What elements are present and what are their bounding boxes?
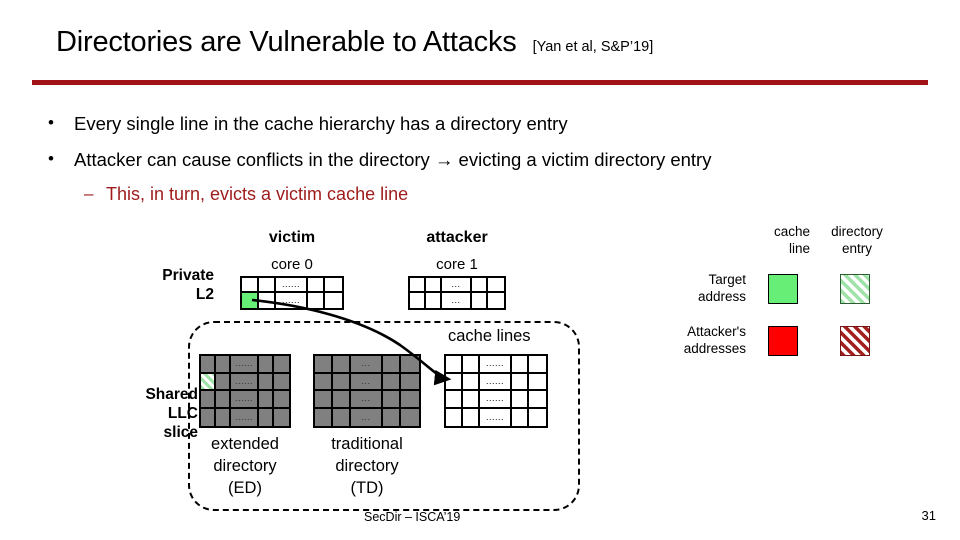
legend: cache line directory entry Target address A… xyxy=(676,224,944,364)
legend-column-header-cache-line: cache line xyxy=(773,224,810,256)
legend-swatch-attacker-cache-line xyxy=(768,326,798,356)
legend-column-header-directory-entry: directory entry xyxy=(831,224,883,256)
page-number: 31 xyxy=(921,508,936,523)
legend-swatch-target-directory-entry xyxy=(840,274,870,304)
footer-note: SecDir – ISCA’19 xyxy=(364,510,461,524)
legend-row-header-target-address: Target address xyxy=(697,272,746,304)
legend-row-header-attacker-addresses: Attacker's addresses xyxy=(683,324,746,356)
legend-swatch-target-cache-line xyxy=(768,274,798,304)
legend-swatch-attacker-directory-entry xyxy=(840,326,870,356)
